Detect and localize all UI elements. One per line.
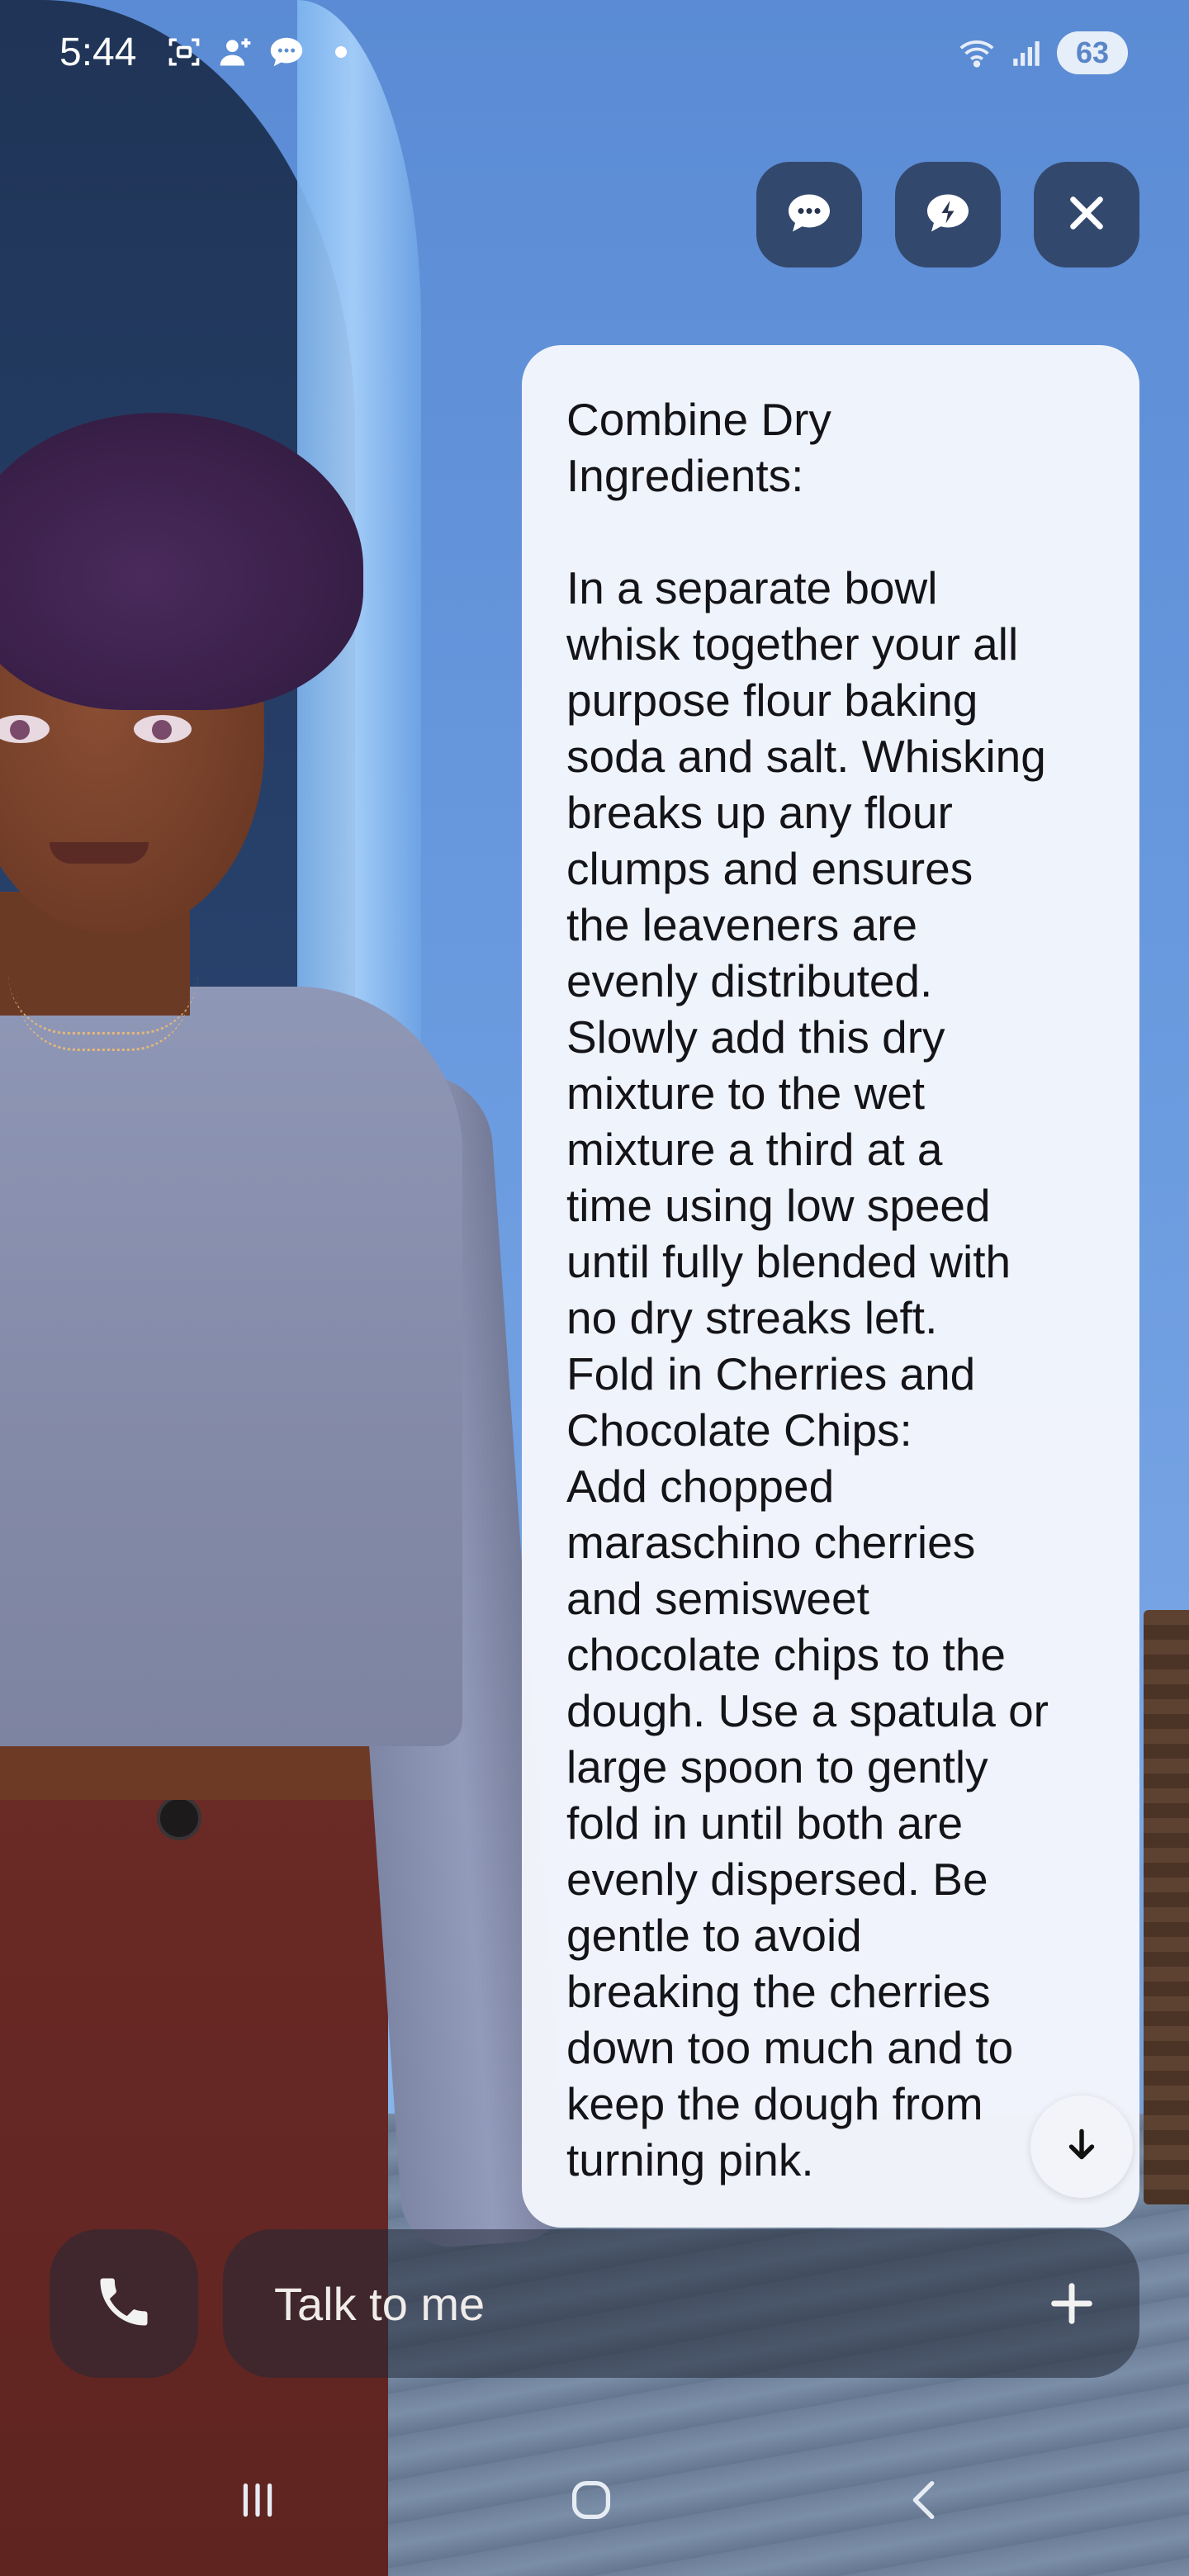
avatar-pants-button bbox=[157, 1796, 201, 1840]
signal-icon bbox=[1007, 34, 1045, 72]
close-icon bbox=[1063, 190, 1110, 239]
top-action-bar bbox=[756, 162, 1139, 268]
chat-button[interactable] bbox=[756, 162, 862, 268]
home-button[interactable] bbox=[550, 2469, 632, 2535]
home-icon bbox=[562, 2471, 620, 2532]
plus-icon[interactable] bbox=[1045, 2277, 1098, 2330]
message-input-placeholder: Talk to me bbox=[274, 2277, 486, 2330]
chat-icon bbox=[784, 188, 834, 241]
quick-reply-button[interactable] bbox=[895, 162, 1001, 268]
scene-furniture bbox=[1144, 1610, 1189, 2204]
quick-reply-icon bbox=[923, 188, 973, 241]
phone-icon bbox=[92, 2271, 155, 2337]
status-bar: 5:44 63 bbox=[0, 0, 1189, 107]
status-time: 5:44 bbox=[59, 31, 137, 74]
status-notification-icons bbox=[165, 33, 347, 71]
back-button[interactable] bbox=[883, 2469, 966, 2535]
close-button[interactable] bbox=[1034, 162, 1139, 268]
wifi-icon bbox=[958, 34, 996, 72]
recent-apps-button[interactable] bbox=[216, 2469, 299, 2535]
avatar-mouth bbox=[50, 842, 149, 864]
avatar-sweater bbox=[0, 987, 462, 1746]
status-system-icons: 63 bbox=[958, 31, 1128, 74]
voice-call-button[interactable] bbox=[50, 2229, 198, 2378]
avatar-eye bbox=[134, 715, 192, 743]
assistant-message-card[interactable]: Combine Dry Ingredients: In a separate b… bbox=[522, 345, 1139, 2228]
chat-bubble-icon bbox=[268, 33, 306, 71]
notification-dot bbox=[335, 46, 347, 58]
arrow-down-icon bbox=[1061, 2124, 1102, 2169]
add-person-icon bbox=[216, 33, 254, 71]
system-navigation-bar bbox=[0, 2427, 1189, 2576]
battery-icon: 63 bbox=[1057, 31, 1128, 74]
scroll-down-button[interactable] bbox=[1030, 2095, 1133, 2198]
assistant-message-text: Combine Dry Ingredients: In a separate b… bbox=[566, 394, 1049, 2185]
back-icon bbox=[896, 2471, 954, 2532]
screenshot-icon bbox=[165, 33, 203, 71]
recent-apps-icon bbox=[229, 2471, 287, 2532]
message-input[interactable]: Talk to me bbox=[223, 2229, 1139, 2378]
